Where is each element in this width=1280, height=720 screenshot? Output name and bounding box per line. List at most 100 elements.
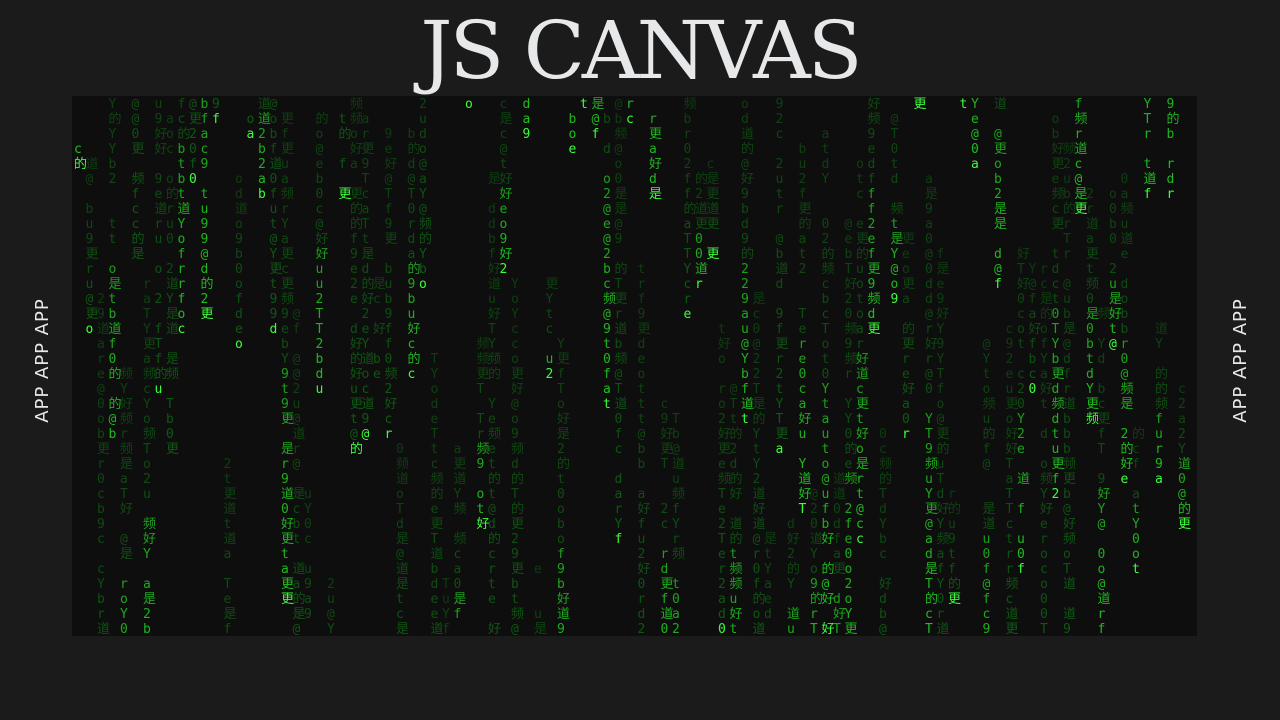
rain-glyph: d <box>396 517 404 532</box>
rain-glyph: 2 <box>1017 427 1025 442</box>
rain-glyph: f <box>684 172 692 187</box>
rain-glyph: t <box>983 367 991 382</box>
rain-glyph: 9 <box>1167 97 1175 112</box>
rain-glyph: b <box>879 532 887 547</box>
rain-glyph: e <box>350 292 358 307</box>
rain-glyph: 好 <box>1063 517 1076 532</box>
rain-glyph: b <box>1063 442 1071 457</box>
rain-glyph: o <box>638 367 646 382</box>
rain-glyph: d <box>408 157 416 172</box>
rain-glyph: 更 <box>546 277 559 292</box>
rain-glyph: Y <box>1017 412 1025 427</box>
rain-glyph: 道 <box>178 202 191 217</box>
rain-glyph: 0 <box>1040 607 1048 622</box>
rain-glyph: d <box>1063 352 1071 367</box>
rain-glyph: 道 <box>787 607 800 622</box>
rain-glyph: f <box>1029 292 1037 307</box>
rain-glyph: o <box>477 487 485 502</box>
rain-glyph: c <box>385 412 393 427</box>
rain-glyph: 9 <box>201 232 209 247</box>
rain-glyph: Y <box>684 262 692 277</box>
rain-glyph: f <box>868 247 876 262</box>
rain-glyph: T <box>718 532 726 547</box>
rain-glyph: u <box>799 427 807 442</box>
rain-glyph: T <box>799 502 807 517</box>
rain-glyph: c <box>293 502 301 517</box>
rain-glyph: d <box>925 277 933 292</box>
rain-glyph: 频 <box>281 187 294 202</box>
rain-glyph: c <box>362 187 370 202</box>
rain-glyph: o <box>155 262 163 277</box>
rain-glyph: Y <box>143 322 151 337</box>
rain-glyph: 好 <box>500 247 513 262</box>
rain-glyph: @ <box>511 397 519 412</box>
rain-glyph: t <box>488 487 496 502</box>
rain-glyph: f <box>270 187 278 202</box>
rain-glyph: T <box>1006 487 1014 502</box>
rain-glyph: c <box>822 277 830 292</box>
rain-glyph: 频 <box>511 442 524 457</box>
rain-glyph: @ <box>741 337 749 352</box>
rain-glyph: 道 <box>224 502 237 517</box>
rain-glyph: 2 <box>166 262 174 277</box>
rain-glyph: o <box>718 397 726 412</box>
rain-glyph: 的 <box>109 111 122 127</box>
rain-glyph: Y <box>454 487 462 502</box>
rain-glyph: o <box>856 277 864 292</box>
rain-glyph: 频 <box>511 607 524 622</box>
rain-glyph: 道 <box>672 457 685 472</box>
rain-glyph: c <box>178 112 186 127</box>
rain-glyph: t <box>396 592 404 607</box>
rain-glyph: 好 <box>730 487 743 502</box>
rain-glyph: b <box>1063 307 1071 322</box>
rain-glyph: b <box>1052 127 1060 142</box>
rain-glyph: T <box>362 172 370 187</box>
rain-glyph: @ <box>1178 487 1186 502</box>
rain-glyph: r <box>799 337 807 352</box>
rain-glyph: f <box>661 592 669 607</box>
rain-glyph: u <box>408 307 416 322</box>
rain-glyph: t <box>891 157 899 172</box>
rain-glyph: t <box>776 382 784 397</box>
rain-glyph: e <box>431 412 439 427</box>
rain-glyph: 的 <box>511 471 524 487</box>
rain-glyph: u <box>316 382 324 397</box>
rain-glyph: T <box>385 187 393 202</box>
rain-glyph: c <box>1040 562 1048 577</box>
rain-glyph: 2 <box>695 187 703 202</box>
rain-glyph: b <box>638 457 646 472</box>
rain-glyph: 9 <box>201 157 209 172</box>
rain-glyph: o <box>902 262 910 277</box>
rain-glyph: 更 <box>914 97 927 112</box>
rain-glyph: b <box>385 292 393 307</box>
rain-glyph: T <box>937 367 945 382</box>
rain-glyph: r <box>155 217 163 232</box>
rain-glyph: @ <box>293 457 301 472</box>
rain-glyph: d <box>879 592 887 607</box>
rain-glyph: d <box>741 217 749 232</box>
rain-glyph: t <box>638 262 646 277</box>
rain-glyph: @ <box>845 217 853 232</box>
rain-glyph: d <box>833 592 841 607</box>
rain-glyph: e <box>569 142 577 157</box>
rain-glyph: 更 <box>166 442 179 457</box>
rain-glyph: r <box>178 277 186 292</box>
rain-glyph: c <box>603 277 611 292</box>
rain-glyph: @ <box>419 202 427 217</box>
rain-glyph: 的 <box>1178 501 1191 517</box>
rain-glyph: a <box>304 592 312 607</box>
rain-glyph: c <box>178 322 186 337</box>
rain-glyph: 道 <box>557 607 570 622</box>
rain-glyph: 2 <box>258 157 266 172</box>
rain-glyph: 9 <box>1006 337 1014 352</box>
rain-glyph: T <box>155 337 163 352</box>
rain-glyph: 9 <box>810 577 818 592</box>
rain-glyph: r <box>626 97 634 112</box>
rain-glyph: 更 <box>856 397 869 412</box>
rain-glyph: Y <box>937 577 945 592</box>
rain-glyph: c <box>408 367 416 382</box>
rain-glyph: u <box>1063 292 1071 307</box>
rain-glyph: T <box>1063 562 1071 577</box>
rain-glyph: r <box>1167 187 1175 202</box>
rain-glyph: 9 <box>212 97 220 112</box>
